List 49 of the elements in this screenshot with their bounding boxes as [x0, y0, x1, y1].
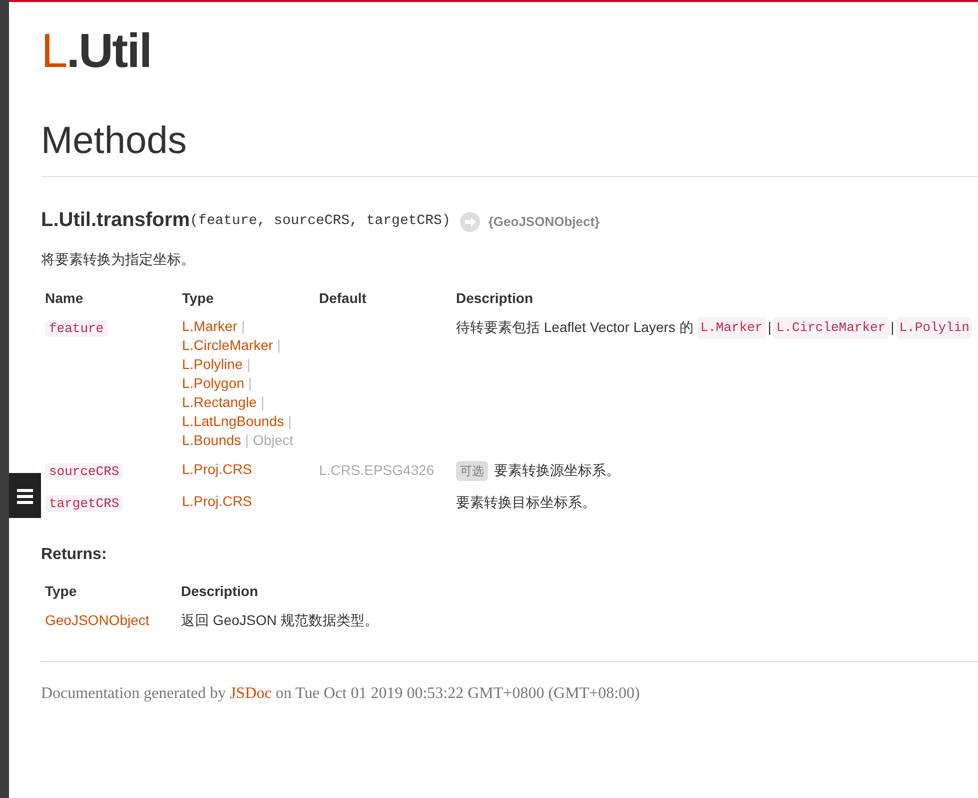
- separator: |: [248, 375, 252, 391]
- return-description: 返回 GeoJSON 规范数据类型。: [181, 612, 379, 628]
- type-link[interactable]: L.Rectangle: [182, 394, 257, 410]
- separator: |: [245, 432, 249, 448]
- separator: |: [766, 318, 772, 338]
- optional-badge: 可选: [456, 460, 488, 480]
- footer-text: Documentation generated by JSDoc on Tue Oct 01 2019 00:53:22 GMT+0800 (GMT+08:00): [41, 684, 641, 704]
- column-header: Default: [318, 289, 368, 308]
- param-name: sourceCRS: [45, 463, 124, 480]
- param-name: targetCRS: [45, 494, 124, 512]
- separator: |: [241, 318, 245, 334]
- code-term: L.Polylin: [896, 317, 972, 338]
- type-link[interactable]: L.CircleMarker: [182, 337, 274, 353]
- type-link[interactable]: L.Polyline: [182, 356, 243, 372]
- separator: |: [890, 318, 896, 338]
- description-text: 要素转换目标坐标系。: [456, 492, 596, 512]
- code-term: L.CircleMarker: [773, 317, 889, 338]
- column-header: Description: [452, 288, 976, 317]
- type-link[interactable]: GeoJSONObject: [45, 612, 150, 628]
- column-header: Name: [44, 289, 84, 308]
- separator: |: [277, 337, 281, 353]
- code-term: L.Marker: [697, 317, 766, 338]
- description-text: 要素转换源坐标系。: [494, 461, 620, 480]
- type-link[interactable]: L.Polygon: [182, 375, 244, 391]
- method-name: L.Util.transform: [41, 208, 190, 233]
- type-link[interactable]: L.Proj.CRS: [182, 492, 252, 508]
- page-title: L.Util: [41, 28, 152, 76]
- menu-icon: [17, 488, 33, 504]
- return-type: {GeoJSONObject}: [488, 212, 600, 231]
- type-name: Object: [252, 432, 294, 448]
- method-signature: (feature, sourceCRS, targetCRS): [190, 212, 450, 231]
- column-header: Type: [181, 289, 215, 308]
- separator: |: [246, 356, 250, 372]
- type-link[interactable]: L.Marker: [182, 318, 238, 334]
- type-link[interactable]: L.LatLngBounds: [182, 413, 284, 429]
- param-name: feature: [45, 320, 108, 337]
- menu-button[interactable]: [9, 473, 41, 518]
- type-link[interactable]: L.Proj.CRS: [182, 461, 252, 477]
- column-header: Description: [180, 582, 260, 601]
- separator: |: [288, 413, 292, 429]
- default-value: L.CRS.EPSG4326: [319, 462, 434, 478]
- description-text: 待转要素包括 Leaflet Vector Layers 的: [456, 318, 694, 338]
- jsdoc-link[interactable]: JSDoc: [230, 685, 276, 702]
- method-description: 将要素转换为指定坐标。: [41, 250, 196, 269]
- separator: |: [260, 394, 264, 410]
- section-title: Methods: [41, 122, 188, 160]
- returns-heading: Returns:: [41, 545, 108, 565]
- type-link[interactable]: L.Bounds: [182, 432, 242, 448]
- column-header: Type: [44, 582, 78, 601]
